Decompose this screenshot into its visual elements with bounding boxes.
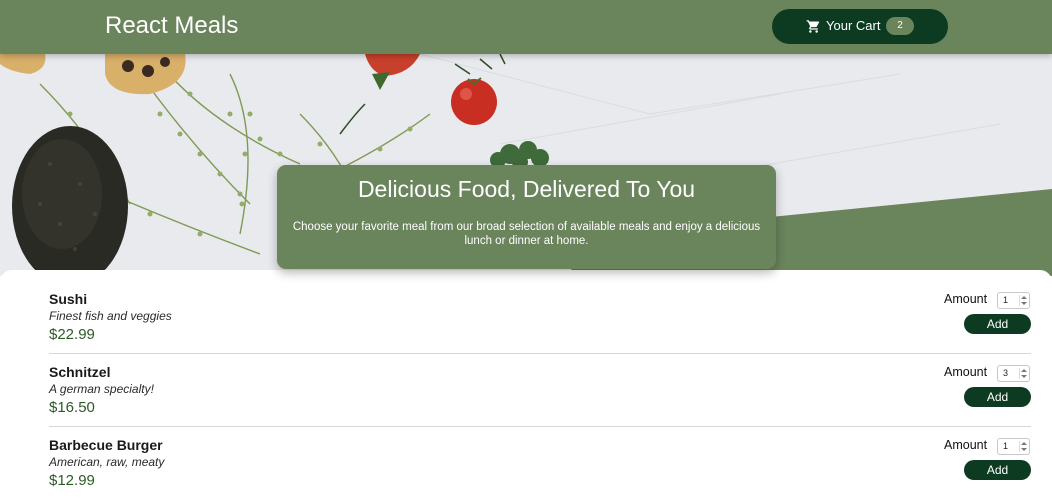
- meal-price: $12.99: [49, 472, 95, 489]
- meal-name: Barbecue Burger: [49, 437, 163, 453]
- amount-stepper[interactable]: [1019, 441, 1027, 452]
- amount-value: 1: [1003, 441, 1009, 451]
- amount-input[interactable]: 1: [997, 292, 1030, 309]
- cart-button[interactable]: Your Cart: [772, 9, 948, 44]
- amount-input[interactable]: 3: [997, 365, 1030, 382]
- amount-stepper[interactable]: [1019, 368, 1027, 379]
- amount-input[interactable]: 1: [997, 438, 1030, 455]
- add-button[interactable]: Add: [964, 460, 1031, 480]
- summary-text: Choose your favorite meal from our broad…: [292, 221, 761, 247]
- meal-description: American, raw, meaty: [49, 455, 165, 469]
- amount-label: Amount: [944, 438, 988, 452]
- meal-price: $16.50: [49, 399, 95, 416]
- summary-heading: Delicious Food, Delivered To You: [357, 176, 696, 202]
- meal-price: $22.99: [49, 326, 95, 343]
- meal-name: Sushi: [49, 291, 88, 307]
- amount-value: 1: [1003, 295, 1009, 305]
- amount-label: Amount: [944, 292, 988, 306]
- amount-label: Amount: [944, 365, 988, 379]
- meal-item-barbecue-burger: Barbecue Burger American, raw, meaty $12…: [49, 416, 1031, 489]
- available-meals-card: Sushi Finest fish and veggies $22.99 Amo…: [0, 270, 1052, 500]
- meal-item-schnitzel: Schnitzel A german specialty! $16.50 Amo…: [49, 343, 1031, 416]
- meal-description: Finest fish and veggies: [49, 309, 172, 323]
- meal-description: A german specialty!: [49, 382, 154, 396]
- cart-icon: [806, 20, 820, 33]
- add-button[interactable]: Add: [964, 314, 1031, 334]
- app-header: React Meals Your Cart 2: [0, 0, 1052, 54]
- add-button[interactable]: Add: [964, 387, 1031, 407]
- app-title: React Meals: [105, 12, 239, 39]
- meals-summary: Delicious Food, Delivered To You Choose …: [277, 165, 776, 269]
- cart-count-badge: 2: [886, 17, 914, 35]
- page: React Meals Your Cart 2 Delicious Food, …: [0, 0, 1052, 500]
- amount-value: 3: [1003, 368, 1009, 378]
- meal-name: Schnitzel: [49, 364, 111, 380]
- cart-label: Your Cart: [826, 18, 881, 33]
- meal-item-sushi: Sushi Finest fish and veggies $22.99 Amo…: [49, 270, 1031, 343]
- amount-stepper[interactable]: [1019, 295, 1027, 306]
